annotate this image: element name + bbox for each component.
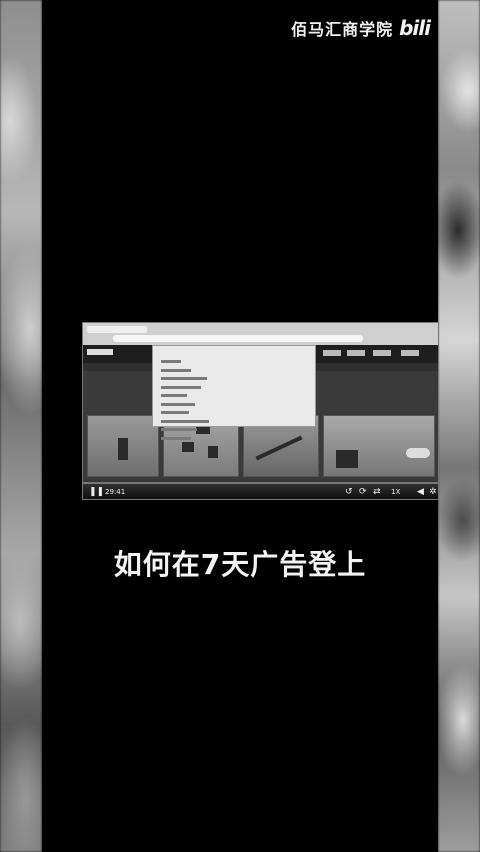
tile-graphic	[255, 435, 303, 461]
blurred-backdrop-left	[0, 0, 42, 852]
site-logo	[87, 349, 113, 355]
pause-icon[interactable]: ❚❚	[89, 487, 104, 497]
video-stage: 佰马汇商学院 bili ❚❚ 29:41 ↺ ⟳ ⇄ 1X ◀ ✲ 如何在7天广…	[42, 0, 439, 852]
search-suggestions-dropdown	[152, 345, 316, 440]
tile-graphic	[336, 450, 358, 468]
volume-icon[interactable]: ◀	[417, 487, 424, 497]
dropdown-row	[161, 357, 315, 372]
dropdown-row	[161, 399, 315, 414]
dropdown-row	[161, 365, 315, 380]
tile-graphic	[208, 446, 218, 458]
browser-tab	[87, 326, 147, 333]
rewind-icon[interactable]: ↺	[345, 487, 353, 497]
tile-badge	[406, 448, 430, 458]
header-item	[323, 350, 341, 356]
dropdown-row	[161, 408, 315, 423]
header-item	[401, 350, 419, 356]
dropdown-row	[161, 416, 315, 431]
header-item	[373, 350, 391, 356]
header-item	[347, 350, 365, 356]
bilibili-logo: bili	[399, 16, 431, 40]
browser-toolbar	[83, 323, 438, 345]
video-player[interactable]: ❚❚ 29:41 ↺ ⟳ ⇄ 1X ◀ ✲	[82, 322, 439, 500]
player-controls: ❚❚ 29:41 ↺ ⟳ ⇄ 1X ◀ ✲	[83, 479, 438, 499]
loop-icon[interactable]: ⇄	[373, 487, 381, 497]
product-tile	[87, 415, 159, 477]
blurred-backdrop-right	[438, 0, 480, 852]
dropdown-row	[161, 391, 315, 406]
time-display: 29:41	[105, 488, 126, 496]
channel-watermark: 佰马汇商学院 bili	[291, 16, 431, 40]
address-bar	[113, 335, 363, 342]
dropdown-row	[161, 348, 315, 363]
tile-graphic	[118, 438, 128, 460]
dropdown-row	[161, 382, 315, 397]
repeat-icon[interactable]: ⟳	[359, 487, 367, 497]
dropdown-row	[161, 374, 315, 389]
product-tile	[323, 415, 435, 477]
video-title: 如何在7天广告登上	[113, 548, 367, 581]
tile-graphic	[182, 442, 194, 452]
dropdown-row	[161, 425, 315, 440]
speed-label[interactable]: 1X	[391, 487, 400, 497]
settings-icon[interactable]: ✲	[429, 487, 437, 497]
progress-bar[interactable]	[83, 482, 438, 484]
channel-name: 佰马汇商学院	[291, 20, 394, 39]
